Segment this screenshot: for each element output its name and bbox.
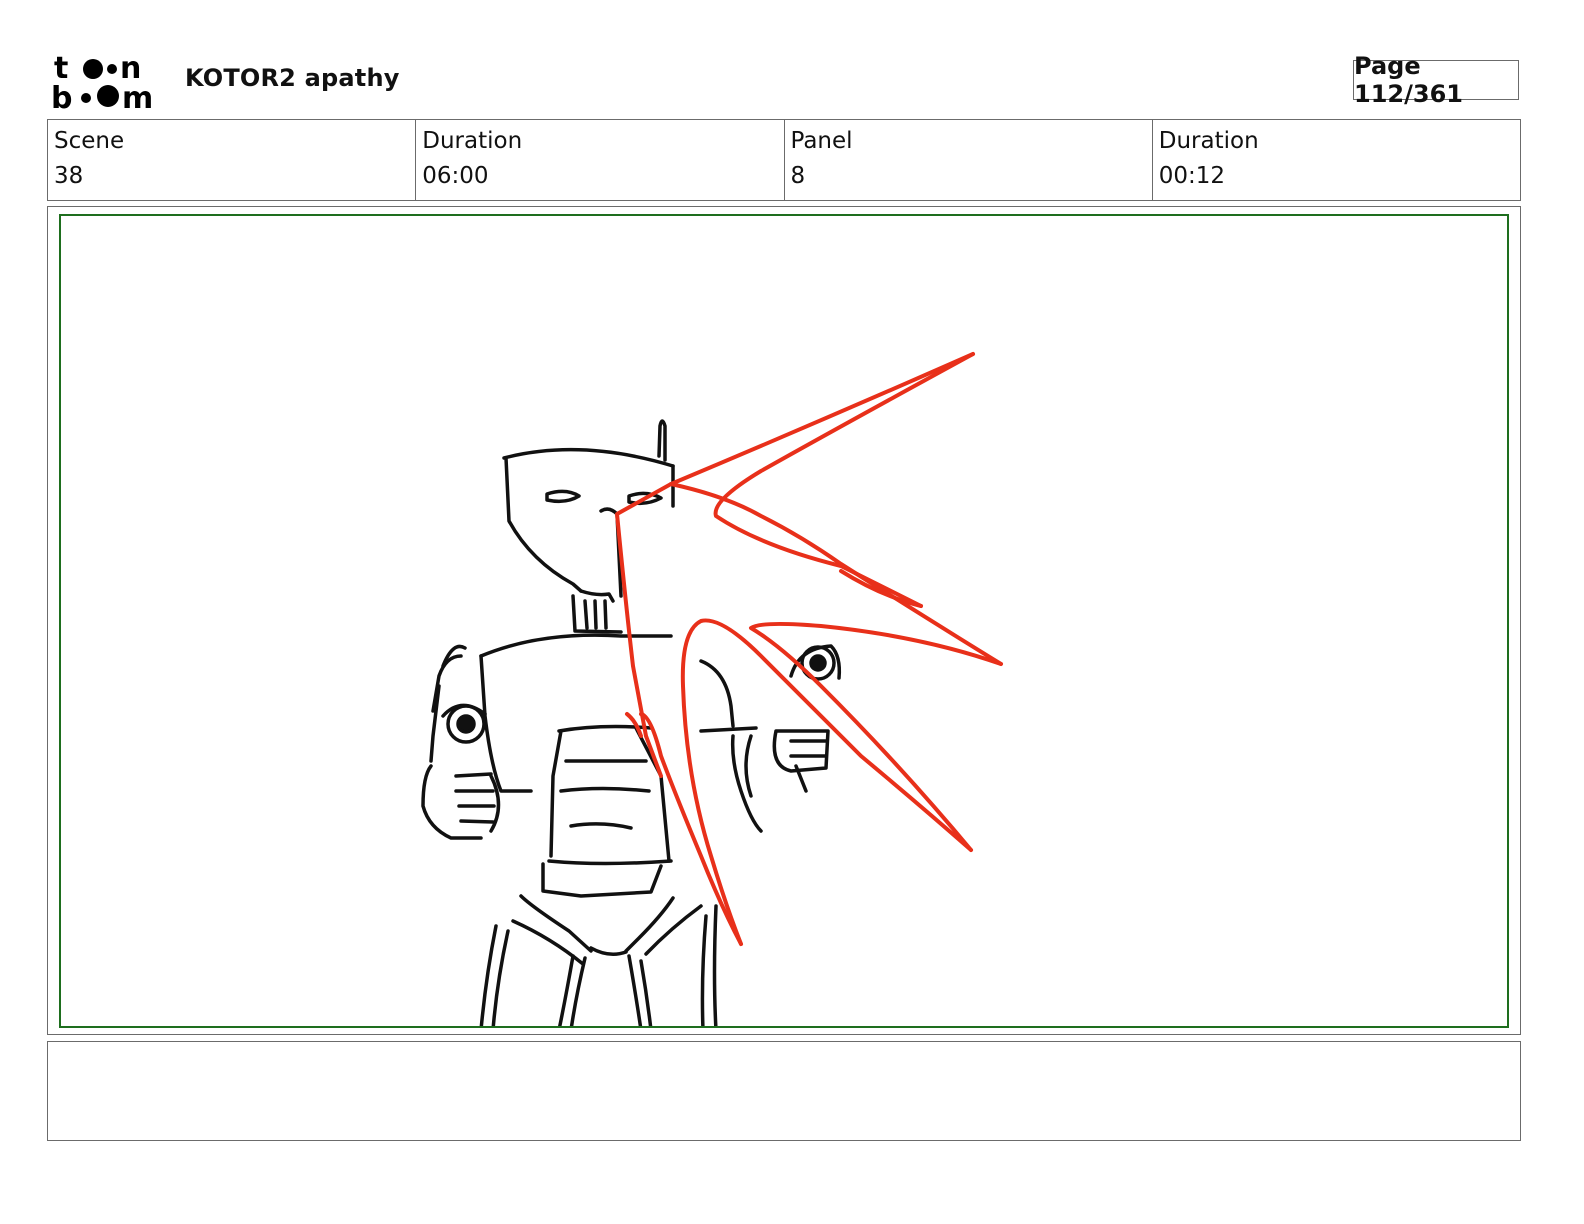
scene-duration-cell: Duration 06:00 [416,120,785,200]
panel-duration-value: 00:12 [1158,163,1226,189]
panel-info-table: Scene 38 Duration 06:00 Panel 8 Duration… [47,119,1521,201]
scene-cell: Scene 38 [48,120,417,200]
toon-boom-logo: t n b m [50,50,164,112]
project-title: KOTOR2 apathy [185,64,400,92]
safe-area-frame [59,214,1509,1028]
panel-image-frame [47,206,1521,1035]
svg-text:b: b [51,81,72,112]
panel-duration-label: Duration [1158,128,1259,154]
svg-text:m: m [122,81,153,112]
scene-duration-label: Duration [422,128,523,154]
panel-notes-box[interactable] [47,1041,1521,1141]
robot-sketch [421,419,842,1026]
panel-value: 8 [790,163,806,189]
page-indicator: Page 112/361 [1353,52,1519,108]
scene-label: Scene [54,128,125,154]
panel-cell: Panel 8 [785,120,1153,200]
panel-duration-cell: Duration 00:12 [1153,120,1520,200]
panel-label: Panel [790,128,853,154]
scene-value: 38 [54,163,84,189]
scene-duration-value: 06:00 [422,163,489,189]
